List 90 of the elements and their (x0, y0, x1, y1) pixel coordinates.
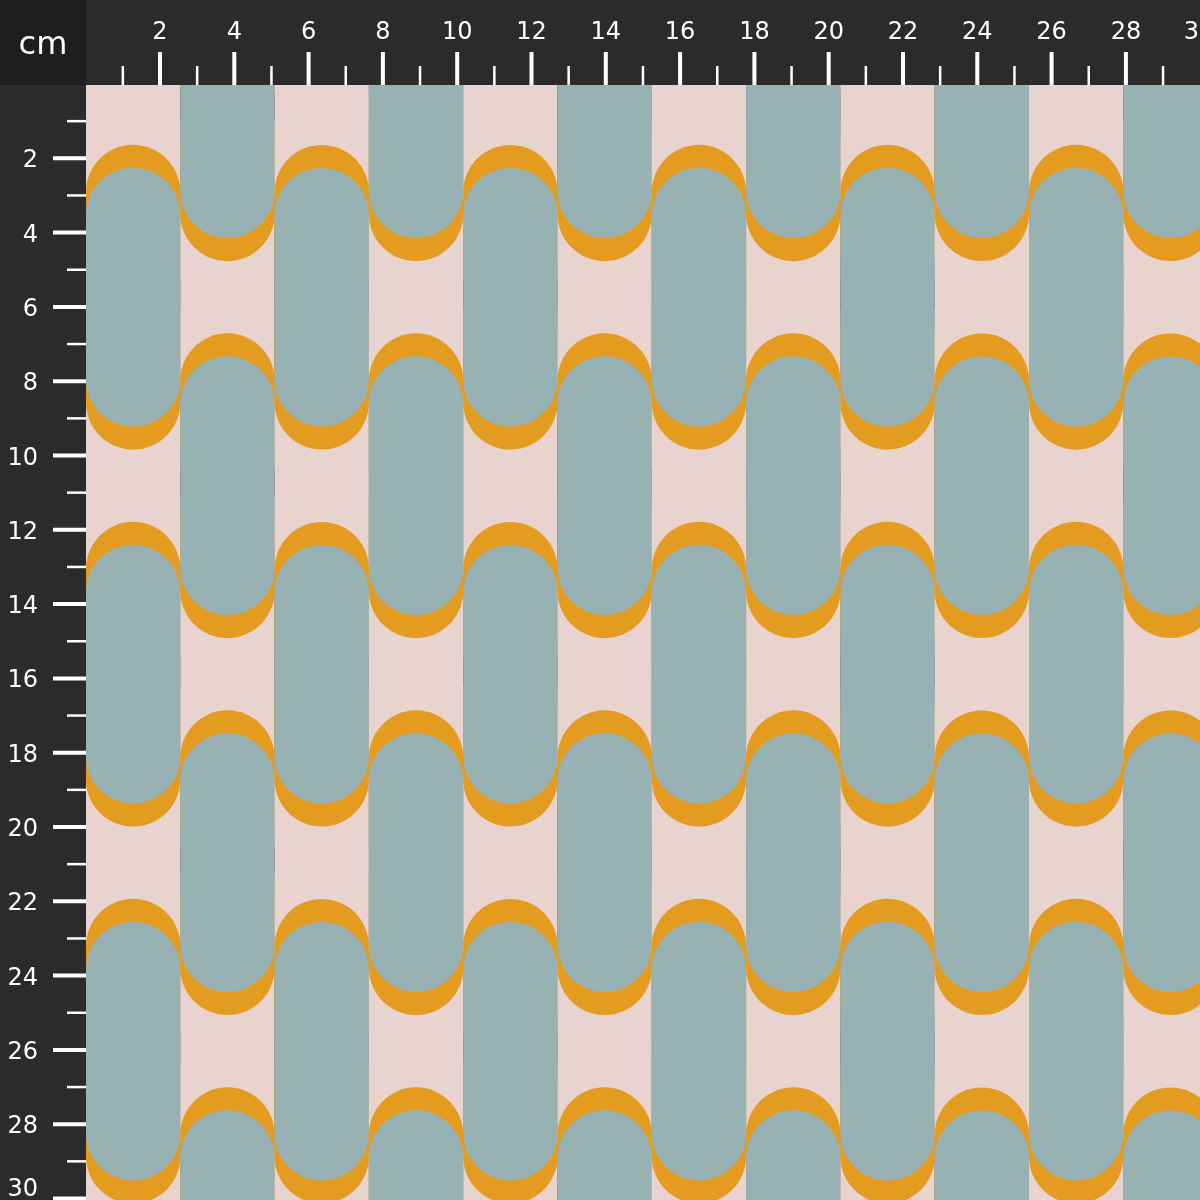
tick-mark (455, 52, 460, 85)
ruler-number: 6 (300, 17, 317, 45)
tick-mark (344, 66, 347, 85)
tick-mark (938, 66, 942, 85)
tick-mark (53, 1196, 86, 1200)
tick-mark (1013, 66, 1016, 85)
tick-mark (158, 52, 162, 85)
tick-mark (67, 1011, 86, 1014)
ruler-number: 10 (441, 17, 473, 45)
tick-mark (752, 52, 757, 85)
ruler-number: 26 (7, 1036, 38, 1065)
ruler-number: 16 (664, 17, 696, 45)
tick-mark (67, 119, 86, 123)
ruler-number: 30 (7, 1174, 38, 1200)
ruler-number: 20 (7, 814, 38, 842)
tick-mark (53, 453, 86, 458)
ruler-number: 22 (7, 888, 38, 917)
ruler-number: 8 (375, 17, 391, 45)
tick-mark (1123, 52, 1128, 85)
tick-mark (864, 66, 868, 85)
tick-mark (67, 342, 86, 346)
tick-mark (67, 194, 86, 197)
tick-mark (529, 52, 534, 85)
tick-mark (1087, 66, 1090, 85)
tick-mark (67, 491, 86, 494)
tick-mark (380, 52, 385, 85)
tick-mark (493, 66, 496, 85)
tick-mark (195, 66, 199, 85)
tick-mark (641, 66, 645, 85)
tick-mark (678, 52, 683, 85)
tick-mark (53, 602, 86, 607)
tick-mark (67, 1085, 86, 1089)
tick-mark (53, 527, 86, 532)
ruler-number: 22 (887, 17, 919, 45)
ruler-number: 14 (590, 17, 622, 45)
tick-mark (67, 268, 86, 271)
tick-mark (53, 750, 86, 755)
ruler-number: 6 (22, 293, 38, 322)
ruler-number: 3 (1183, 17, 1199, 45)
tick-mark (53, 1047, 86, 1052)
tick-mark (270, 66, 273, 85)
ruler-number: 24 (962, 17, 993, 45)
ruler-number: 28 (7, 1111, 38, 1140)
tick-mark (53, 379, 86, 384)
tick-mark (901, 52, 905, 85)
ruler-number: 10 (7, 442, 38, 471)
tick-mark (53, 304, 86, 309)
tick-mark (826, 52, 831, 85)
tick-mark (53, 230, 86, 235)
tick-mark (790, 66, 793, 85)
tick-mark (418, 66, 422, 85)
ruler-number: 12 (516, 17, 547, 45)
tick-mark (53, 973, 86, 978)
unit-label: cm (18, 23, 68, 62)
ruler-number: 26 (1036, 17, 1067, 45)
ruler-number: 8 (22, 368, 38, 397)
ruler-number: 18 (739, 17, 770, 45)
ruler-number: 4 (226, 17, 242, 45)
ruler-number: 24 (7, 962, 38, 991)
tick-mark (121, 66, 125, 85)
ruler-number: 18 (7, 739, 38, 768)
tick-mark (53, 676, 86, 681)
ruler-number: 16 (7, 665, 38, 694)
tick-mark (67, 640, 86, 643)
tick-mark (67, 788, 86, 792)
ruler-number: 14 (7, 591, 38, 620)
ruler-number: 2 (152, 17, 168, 45)
tick-mark (975, 52, 980, 85)
ruler-number: 12 (7, 516, 38, 545)
ruler-number: 20 (813, 17, 844, 45)
tick-mark (1161, 66, 1165, 85)
tick-mark (232, 52, 237, 85)
tick-mark (716, 66, 719, 85)
tick-mark (67, 862, 86, 866)
tick-mark (1049, 52, 1054, 85)
ruler-number: 28 (1110, 17, 1142, 45)
tick-mark (67, 1160, 86, 1163)
tick-mark (603, 52, 608, 85)
tick-mark (306, 52, 311, 85)
tick-mark (53, 899, 86, 904)
ruler-number: 4 (22, 219, 38, 248)
ruler-number: 2 (22, 145, 38, 174)
tick-mark (67, 714, 86, 717)
tick-mark (67, 565, 86, 569)
tick-mark (53, 825, 86, 829)
tick-mark (567, 66, 570, 85)
tick-mark (53, 156, 86, 161)
tick-mark (67, 417, 86, 420)
tick-mark (53, 1122, 86, 1127)
tick-mark (67, 937, 86, 940)
